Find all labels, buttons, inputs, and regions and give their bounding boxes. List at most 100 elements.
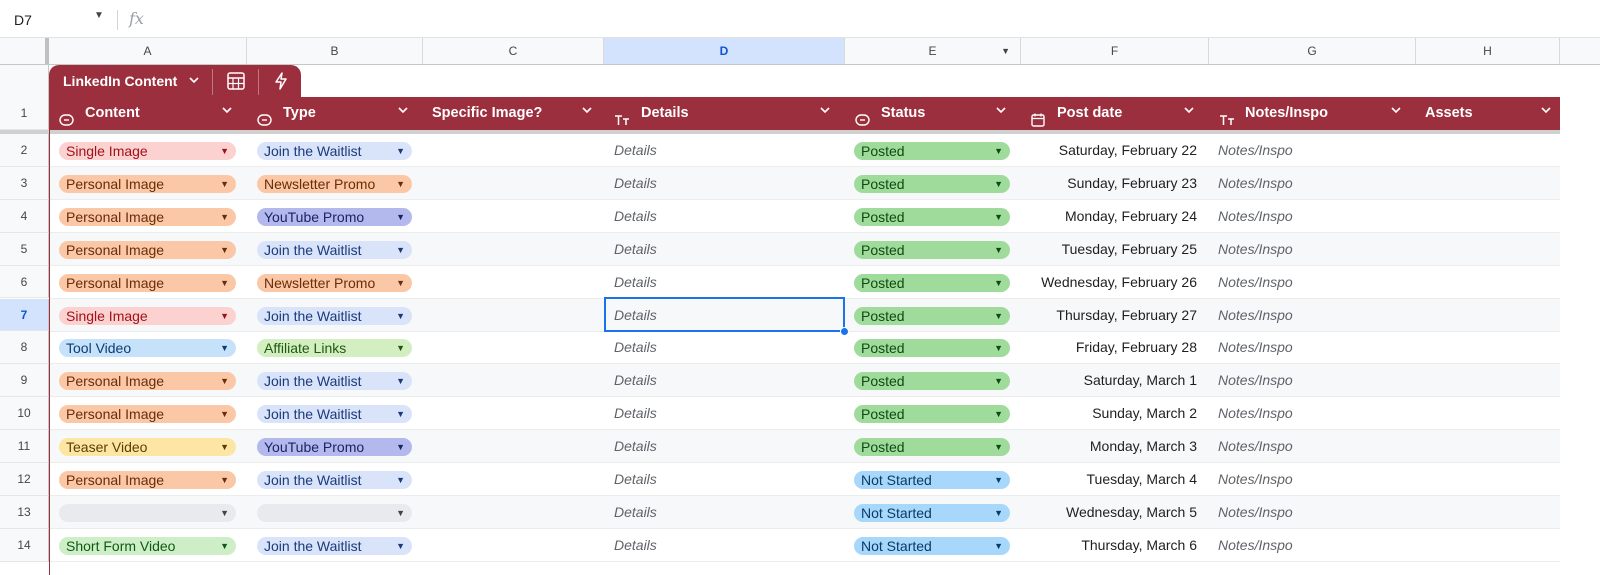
specific-image-cell[interactable] (423, 167, 604, 199)
row-header[interactable]: 4 (0, 199, 49, 233)
post-date-cell[interactable]: Sunday, February 23 (1021, 167, 1209, 199)
dropdown-arrow-icon[interactable]: ▼ (994, 438, 1003, 456)
dropdown-arrow-icon[interactable]: ▼ (396, 241, 405, 259)
status-chip[interactable]: Posted ▼ (854, 142, 1010, 160)
specific-image-cell[interactable] (423, 266, 604, 298)
notes-cell[interactable]: Notes/Inspo (1209, 364, 1416, 396)
assets-cell[interactable] (1416, 200, 1560, 232)
dropdown-arrow-icon[interactable]: ▼ (220, 438, 229, 456)
content-chip[interactable]: Single Image ▼ (59, 306, 236, 325)
header-notes-inspo[interactable]: Notes/Inspo (1209, 97, 1416, 130)
details-cell[interactable]: Details (604, 496, 845, 528)
status-chip[interactable]: Posted ▼ (854, 174, 1010, 193)
dropdown-arrow-icon[interactable]: ▼ (220, 471, 229, 489)
details-cell[interactable]: Details (604, 134, 845, 166)
details-cell[interactable]: Details (604, 430, 845, 462)
fill-handle[interactable] (840, 327, 849, 336)
row-header[interactable]: 13 (0, 495, 49, 529)
assets-cell[interactable] (1416, 299, 1560, 331)
status-chip[interactable]: Not Started ▼ (854, 471, 1010, 489)
dropdown-arrow-icon[interactable]: ▼ (994, 208, 1003, 226)
notes-cell[interactable]: Notes/Inspo (1209, 430, 1416, 462)
header-status[interactable]: Status (845, 97, 1021, 130)
chevron-down-icon[interactable] (397, 97, 409, 130)
assets-cell[interactable] (1416, 134, 1560, 166)
content-cell[interactable]: Personal Image ▼ (49, 266, 247, 298)
type-chip[interactable]: Join the Waitlist ▼ (257, 240, 412, 259)
status-chip[interactable]: Posted ▼ (854, 240, 1010, 259)
type-cell[interactable]: YouTube Promo ▼ (247, 200, 423, 232)
type-chip[interactable]: Join the Waitlist ▼ (257, 372, 412, 391)
row-header[interactable]: 2 (0, 134, 49, 167)
content-cell[interactable]: Personal Image ▼ (49, 397, 247, 429)
table-name[interactable]: LinkedIn Content (63, 73, 177, 89)
content-chip[interactable]: Tool Video ▼ (59, 339, 236, 358)
content-cell[interactable]: Personal Image ▼ (49, 463, 247, 495)
specific-image-cell[interactable] (423, 233, 604, 265)
status-cell[interactable]: Posted ▼ (845, 233, 1021, 265)
status-chip[interactable]: Posted ▼ (854, 438, 1010, 457)
row-header[interactable]: 8 (0, 331, 49, 365)
status-cell[interactable]: Posted ▼ (845, 134, 1021, 166)
status-cell[interactable]: Posted ▼ (845, 200, 1021, 232)
dropdown-arrow-icon[interactable]: ▼ (396, 471, 405, 489)
content-chip[interactable]: Personal Image ▼ (59, 471, 236, 489)
dropdown-arrow-icon[interactable]: ▼ (220, 142, 229, 160)
notes-cell[interactable]: Notes/Inspo (1209, 266, 1416, 298)
dropdown-arrow-icon[interactable]: ▼ (994, 537, 1003, 555)
type-cell[interactable]: ▼ (247, 496, 423, 528)
column-e-dropdown-icon[interactable]: ▼ (1001, 38, 1010, 64)
content-cell[interactable]: Tool Video ▼ (49, 331, 247, 363)
assets-cell[interactable] (1416, 529, 1560, 561)
assets-cell[interactable] (1416, 397, 1560, 429)
notes-cell[interactable]: Notes/Inspo (1209, 463, 1416, 495)
chevron-down-icon[interactable] (1183, 97, 1195, 130)
select-all-corner[interactable] (0, 38, 49, 64)
status-chip[interactable]: Posted ▼ (854, 405, 1010, 424)
type-chip[interactable]: Join the Waitlist ▼ (257, 306, 412, 325)
status-cell[interactable]: Not Started ▼ (845, 496, 1021, 528)
column-header-f[interactable]: F (1021, 38, 1209, 64)
row-header[interactable]: 6 (0, 265, 49, 299)
post-date-cell[interactable]: Wednesday, March 5 (1021, 496, 1209, 528)
content-chip[interactable]: Personal Image ▼ (59, 240, 236, 259)
post-date-cell[interactable]: Tuesday, March 4 (1021, 463, 1209, 495)
content-chip[interactable]: Single Image ▼ (59, 142, 236, 160)
dropdown-arrow-icon[interactable]: ▼ (220, 372, 229, 390)
header-content[interactable]: Content (49, 97, 247, 130)
column-header-a[interactable]: A (49, 38, 247, 64)
dropdown-arrow-icon[interactable]: ▼ (994, 405, 1003, 423)
details-cell[interactable]: Details (604, 233, 845, 265)
assets-cell[interactable] (1416, 233, 1560, 265)
status-cell[interactable]: Posted ▼ (845, 397, 1021, 429)
content-chip[interactable]: Short Form Video ▼ (59, 536, 236, 555)
status-chip[interactable]: Posted ▼ (854, 372, 1010, 391)
type-chip[interactable]: Join the Waitlist ▼ (257, 536, 412, 555)
dropdown-arrow-icon[interactable]: ▼ (994, 471, 1003, 489)
dropdown-arrow-icon[interactable]: ▼ (220, 504, 229, 522)
specific-image-cell[interactable] (423, 331, 604, 363)
status-cell[interactable]: Posted ▼ (845, 167, 1021, 199)
details-cell[interactable]: Details (604, 463, 845, 495)
notes-cell[interactable]: Notes/Inspo (1209, 233, 1416, 265)
post-date-cell[interactable]: Saturday, March 1 (1021, 364, 1209, 396)
column-header-d[interactable]: D (604, 38, 845, 64)
post-date-cell[interactable]: Thursday, February 27 (1021, 299, 1209, 331)
content-chip[interactable]: Personal Image ▼ (59, 174, 236, 193)
details-cell[interactable]: Details (604, 167, 845, 199)
content-cell[interactable]: ▼ (49, 496, 247, 528)
type-chip[interactable]: Affiliate Links ▼ (257, 339, 412, 358)
content-cell[interactable]: Teaser Video ▼ (49, 430, 247, 462)
table-tab[interactable]: LinkedIn Content (49, 65, 301, 98)
status-cell[interactable]: Not Started ▼ (845, 529, 1021, 561)
status-cell[interactable]: Posted ▼ (845, 364, 1021, 396)
specific-image-cell[interactable] (423, 463, 604, 495)
column-header-b[interactable]: B (247, 38, 423, 64)
row-header[interactable]: 1 (0, 97, 49, 130)
column-header-h[interactable]: H (1416, 38, 1560, 64)
status-chip[interactable]: Posted ▼ (854, 273, 1010, 292)
content-cell[interactable]: Short Form Video ▼ (49, 529, 247, 561)
name-box[interactable]: D7 (14, 12, 32, 28)
row-header[interactable]: 11 (0, 430, 49, 463)
dropdown-arrow-icon[interactable]: ▼ (220, 208, 229, 226)
